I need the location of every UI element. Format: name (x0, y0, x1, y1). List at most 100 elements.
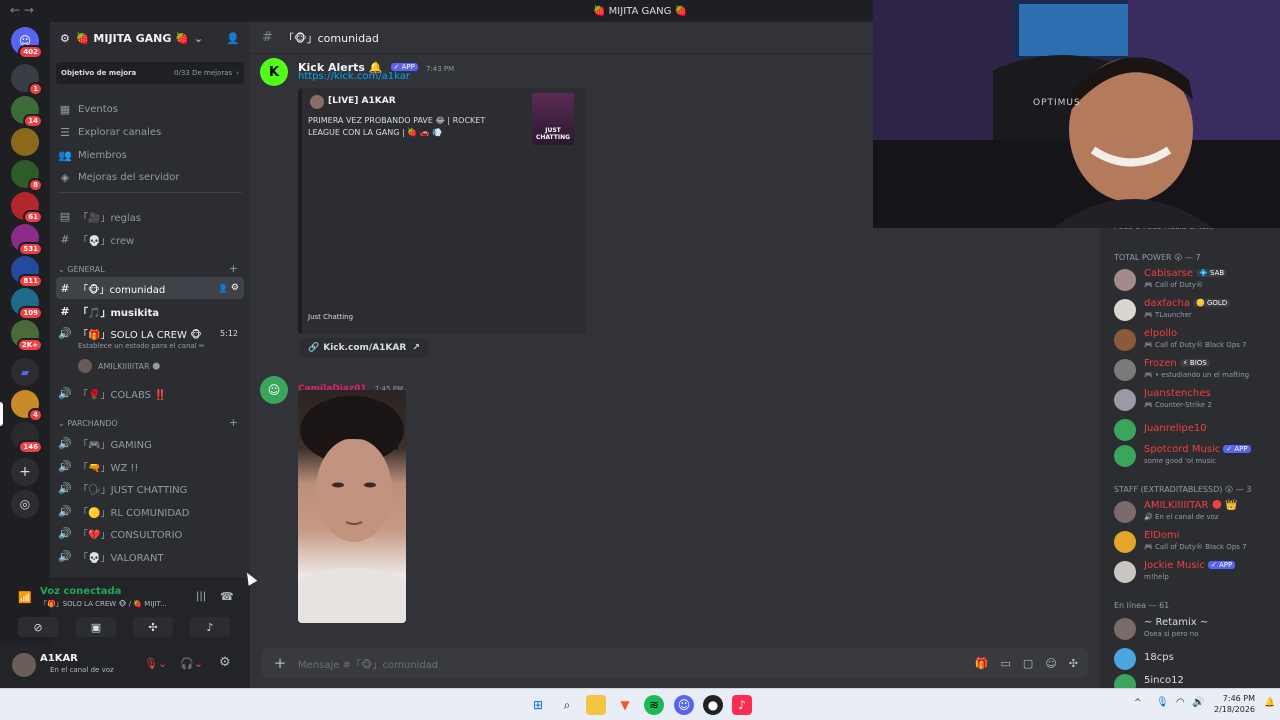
guild-badge: 109 (18, 306, 43, 320)
channel-musikita[interactable]: # 「🎵」musikita (56, 300, 244, 322)
direct-messages-icon[interactable]: ☺ 402 (11, 27, 43, 59)
mic-icon[interactable]: 🎙 (1156, 697, 1169, 708)
add-server-icon[interactable]: + (11, 458, 39, 486)
folder-icon[interactable]: ▰ (11, 358, 39, 386)
member-item[interactable]: Cabisarse 💠 SAB 🎮 Call of Duty® (1114, 267, 1280, 293)
member-item[interactable]: AMILKIIIIITAR 🌑 👑 🔊 En el canal de voz (1114, 499, 1280, 525)
settings-gear-icon[interactable]: ⚙ (219, 655, 231, 670)
mic-muted-icon[interactable]: 🎙⌄ (144, 657, 167, 670)
tiktok-live-icon[interactable]: ♪ (732, 695, 752, 715)
guild-icon[interactable]: 146 (11, 422, 43, 454)
back-arrow-icon[interactable]: ← → (10, 3, 34, 17)
message-video[interactable] (298, 390, 406, 623)
member-item[interactable]: ~ Retamix ~ Osea si pero no (1114, 616, 1280, 642)
notification-icon[interactable]: 🔔 (1264, 698, 1275, 708)
member-item[interactable]: daxfacha 🪙 GOLD 🎮 TLauncher (1114, 297, 1280, 323)
category-parchando[interactable]: ⌄ PARCHANDO (58, 419, 118, 428)
guild-icon[interactable]: 2K+ (11, 320, 43, 352)
embed-title[interactable]: [LIVE] A1KAR (328, 96, 396, 106)
voice-channel-rl-comunidad[interactable]: 🔊 「🟡」RL COMUNIDAD (56, 500, 244, 522)
voice-channel-just-chatting[interactable]: 🔊 「🗣」JUST CHATTING (56, 477, 244, 499)
menu-events[interactable]: ▦ Eventos (56, 98, 244, 120)
add-attachment-icon[interactable]: + (262, 654, 298, 672)
voice-status[interactable]: Voz conectada (40, 586, 121, 597)
obs-icon[interactable]: ● (703, 695, 723, 715)
member-group-header: STAFF (EXTRADITABLESSD) 😮 — 3 (1114, 485, 1252, 494)
category-general[interactable]: ⌄ GENERAL (58, 265, 105, 274)
message-input-placeholder[interactable]: Mensaje #「🐵」comunidad (298, 656, 438, 671)
soundboard-button[interactable]: ♪ (190, 617, 230, 637)
link-button[interactable]: 🔗 Kick.com/A1KAR ↗ (300, 338, 428, 358)
guild-icon[interactable]: 4 (11, 390, 43, 422)
guild-icon[interactable]: 8 (11, 160, 43, 192)
tray-chevron-icon[interactable]: ^ (1134, 698, 1142, 708)
user-name[interactable]: A1KAR (40, 653, 78, 664)
headset-deafened-icon[interactable]: 🎧⌄ (180, 657, 203, 670)
guild-icon[interactable] (11, 128, 39, 156)
sticker-icon[interactable]: ▢ (1023, 657, 1033, 670)
wifi-icon[interactable]: ◠ (1176, 697, 1185, 708)
gift-icon[interactable]: 🎁 (975, 657, 989, 670)
channel-comunidad[interactable]: # 「🐵」comunidad 👤 ⚙ (56, 277, 244, 299)
boost-goal-bar[interactable]: Objetivo de mejora 0/33 De mejoras › (56, 62, 244, 84)
member-item[interactable]: Frozen ⚡ BIOS 🎮 • estudiando un el mafting (1114, 357, 1280, 383)
invite-icon[interactable]: 👤 (218, 284, 228, 293)
file-explorer-icon[interactable] (586, 695, 606, 715)
disconnect-icon[interactable]: ☎ (220, 590, 234, 603)
embed-thumbnail[interactable]: JUST CHATTING (532, 93, 574, 145)
voice-channel-gaming[interactable]: 🔊 「🎮」GAMING (56, 432, 244, 454)
spotify-icon[interactable]: ≋ (644, 695, 664, 715)
noise-suppression-icon[interactable]: ||| (196, 591, 206, 602)
member-item[interactable]: Jockie Music ✓ APP m!help (1114, 559, 1280, 585)
channel-label: 「💀」crew (78, 235, 135, 247)
gif-icon[interactable]: ▭ (1001, 657, 1011, 670)
channel-reglas[interactable]: ▤ 「🎥」reglas (56, 205, 244, 227)
volume-icon[interactable]: 🔊 (1192, 697, 1204, 708)
activities-button[interactable]: ✣ (133, 617, 173, 637)
voice-member[interactable]: AMILKIIIIITAR 🌑 (78, 359, 160, 373)
member-item[interactable]: Spotcord Music ✓ APP some good 'ol music (1114, 443, 1280, 469)
menu-members[interactable]: 👥 Miembros (56, 144, 244, 166)
member-item[interactable]: elpollo 🎮 Call of Duty® Black Ops 7 (1114, 327, 1280, 353)
voice-channel-colabs[interactable]: 🔊 「🌹」COLABS ‼️ (56, 382, 244, 404)
brave-browser-icon[interactable]: ▼ (615, 695, 635, 715)
server-header[interactable]: ⚙ 🍓 MIJITA GANG 🍓 ⌄ 👤 (50, 22, 250, 54)
menu-server-boost[interactable]: ◈ Mejoras del servidor (56, 166, 244, 188)
avatar[interactable]: K (260, 58, 288, 86)
channel-crew[interactable]: # 「💀」crew (56, 228, 244, 250)
emoji-icon[interactable]: ☺ (1045, 657, 1056, 670)
camera-off-button[interactable]: ⊘ (18, 617, 58, 637)
voice-channel-valorant[interactable]: 🔊 「💀」VALORANT (56, 545, 244, 567)
guild-icon[interactable]: 531 (11, 224, 43, 256)
start-icon[interactable]: ⊞ (528, 695, 548, 715)
explore-compass-icon[interactable]: ◎ (11, 490, 39, 518)
avatar[interactable] (12, 653, 36, 677)
message-input-bar[interactable]: + Mensaje #「🐵」comunidad 🎁 ▭ ▢ ☺ ✣ (262, 648, 1088, 678)
add-channel-icon[interactable]: + (229, 416, 238, 429)
member-item[interactable]: 18cps (1114, 646, 1280, 672)
member-item[interactable]: Juanstenches 🎮 Counter-Strike 2 (1114, 387, 1280, 413)
message-link[interactable]: https://kick.com/a1kar (298, 71, 410, 82)
voice-channel-consultorio[interactable]: 🔊 「💔」CONSULTORIO (56, 522, 244, 544)
guild-icon[interactable]: 14 (11, 96, 43, 128)
discord-icon[interactable]: ☺ (674, 695, 694, 715)
guild-icon[interactable]: 811 (11, 256, 43, 288)
apps-icon[interactable]: ✣ (1069, 657, 1078, 670)
guild-icon[interactable]: 109 (11, 288, 43, 320)
voice-channel-solo-la-crew[interactable]: 🔊 「🎁」SOLO LA CREW 🐵 5:12 (56, 322, 244, 344)
guild-icon[interactable]: 1 (11, 64, 43, 96)
menu-browse-channels[interactable]: ☰ Explorar canales (56, 121, 244, 143)
member-item[interactable]: Juanrelipe10 (1114, 417, 1280, 443)
search-icon[interactable]: ⌕ (557, 695, 577, 715)
member-item[interactable]: ElDomi 🎮 Call of Duty® Black Ops 7 (1114, 529, 1280, 555)
clock[interactable]: 7:46 PM 2/18/2026 (1214, 693, 1255, 715)
voice-channel-wz[interactable]: 🔊 「🔫」WZ !! (56, 455, 244, 477)
gear-icon[interactable]: ⚙ (231, 283, 239, 293)
screen-share-button[interactable]: ▣ (76, 617, 116, 637)
invite-icon[interactable]: 👤 (226, 32, 240, 45)
voice-status-hint[interactable]: Establece un estado para el canal ✏ (78, 342, 205, 350)
voice-location[interactable]: 「🎁」SOLO LA CREW 🐵 / 🍓 MIJIT... (40, 599, 167, 609)
guild-icon[interactable]: 61 (11, 192, 43, 224)
avatar[interactable]: ☺ (260, 376, 288, 404)
add-channel-icon[interactable]: + (229, 262, 238, 275)
